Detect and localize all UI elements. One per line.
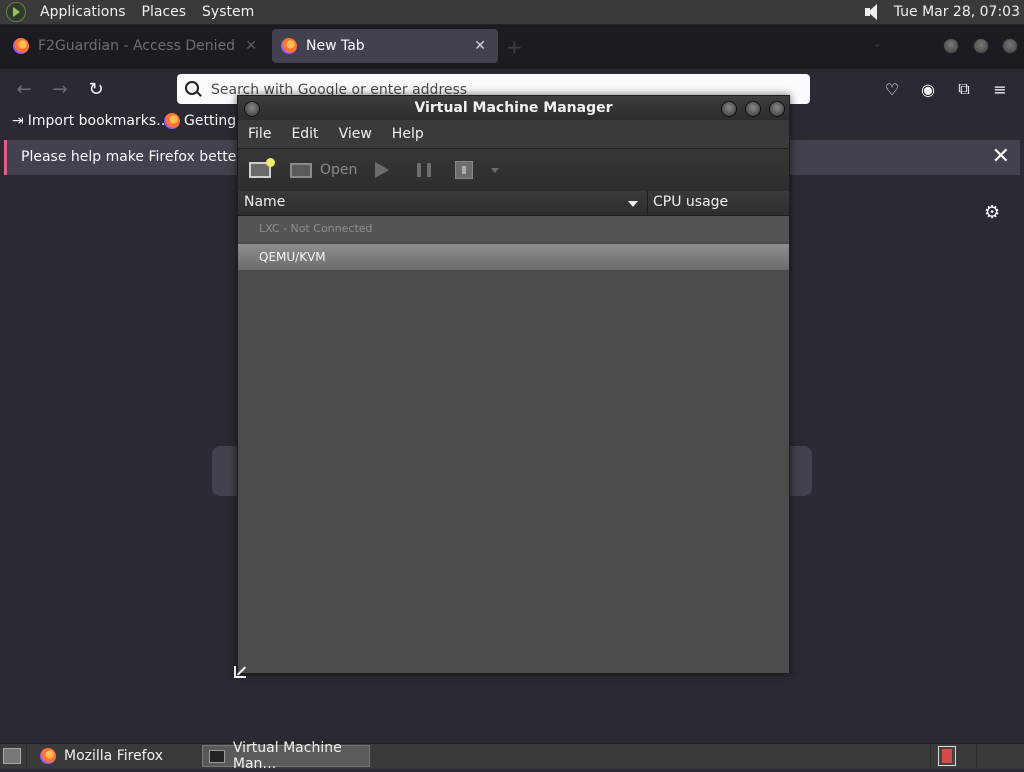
bottom-panel: Mozilla Firefox Virtual Machine Man…	[0, 740, 1024, 772]
places-menu[interactable]: Places	[134, 4, 195, 20]
column-cpu-usage[interactable]: CPU usage	[653, 194, 728, 210]
taskbar-virt-manager[interactable]: Virtual Machine Man…	[202, 740, 370, 772]
account-icon[interactable]: ◉	[918, 79, 938, 99]
import-icon: ⇥	[12, 113, 24, 129]
list-item[interactable]: LXC - Not Connected	[238, 216, 789, 242]
list-header: Name CPU usage	[238, 191, 789, 216]
close-button[interactable]	[769, 101, 785, 117]
tab-title: F2Guardian - Access Denied	[38, 38, 235, 54]
shutdown-button[interactable]	[455, 160, 473, 180]
virt-manager-icon	[209, 749, 225, 763]
shutdown-menu-button[interactable]	[491, 160, 499, 180]
reload-icon[interactable]: ↻	[84, 77, 108, 101]
trash-icon[interactable]	[938, 746, 956, 766]
monitor-icon	[290, 162, 312, 178]
close-notification-icon[interactable]: ✕	[992, 144, 1010, 169]
firefox-icon	[281, 38, 297, 54]
system-menu[interactable]: System	[194, 4, 262, 20]
maximize-button[interactable]	[745, 101, 761, 117]
menu-icon[interactable]: ≡	[990, 79, 1010, 99]
volume-icon[interactable]	[862, 3, 884, 21]
clock[interactable]: Tue Mar 28, 07:03	[894, 4, 1020, 20]
import-bookmarks-item[interactable]: ⇥ Import bookmarks…	[12, 113, 170, 129]
extensions-icon[interactable]: ⧉	[954, 79, 974, 99]
forward-icon[interactable]: →	[48, 77, 72, 101]
new-vm-icon	[249, 158, 275, 178]
show-desktop-icon[interactable]	[3, 748, 21, 764]
play-icon	[375, 162, 389, 178]
task-label: Virtual Machine Man…	[232, 740, 342, 772]
applications-menu[interactable]: Applications	[32, 4, 134, 20]
back-icon[interactable]: ←	[12, 77, 36, 101]
close-window-button[interactable]	[1002, 38, 1018, 54]
chevron-down-icon	[491, 167, 499, 173]
search-icon	[185, 81, 199, 95]
top-panel: Applications Places System Tue Mar 28, 0…	[0, 0, 1024, 25]
new-vm-button[interactable]	[249, 158, 275, 180]
tab-title: New Tab	[306, 38, 365, 54]
connection-name: LXC - Not Connected	[259, 222, 373, 235]
menu-bar: File Edit View Help	[238, 120, 789, 148]
tab-access-denied[interactable]: F2Guardian - Access Denied ✕	[4, 29, 269, 63]
firefox-tab-strip: F2Guardian - Access Denied ✕ New Tab ✕ +…	[0, 25, 1024, 69]
column-divider[interactable]	[647, 191, 648, 215]
list-item[interactable]: QEMU/KVM	[238, 244, 789, 270]
pocket-icon[interactable]: ♡	[882, 79, 902, 99]
task-label: Mozilla Firefox	[64, 748, 164, 764]
close-tab-icon[interactable]: ✕	[474, 38, 486, 54]
connection-name: QEMU/KVM	[259, 250, 326, 264]
firefox-icon	[13, 38, 29, 54]
tab-new-tab[interactable]: New Tab ✕	[272, 29, 498, 63]
firefox-icon	[40, 748, 56, 764]
minimize-button[interactable]	[943, 38, 959, 54]
window-title: Virtual Machine Manager	[414, 100, 613, 116]
list-all-tabs-icon[interactable]: ⌄	[872, 36, 882, 50]
toolbar: Open	[238, 148, 789, 191]
new-tab-button[interactable]: +	[506, 35, 523, 59]
taskbar-firefox[interactable]: Mozilla Firefox	[36, 745, 196, 767]
pause-icon	[417, 163, 431, 177]
column-name[interactable]: Name	[244, 194, 285, 210]
window-titlebar[interactable]: Virtual Machine Manager	[238, 96, 789, 120]
file-menu[interactable]: File	[238, 126, 281, 142]
view-menu[interactable]: View	[329, 126, 382, 142]
edit-menu[interactable]: Edit	[281, 126, 328, 142]
resize-cursor-icon	[232, 664, 248, 680]
virt-manager-window: Virtual Machine Manager File Edit View H…	[237, 95, 790, 674]
gear-icon[interactable]: ⚙	[984, 202, 1002, 223]
connection-list: LXC - Not Connected QEMU/KVM	[238, 216, 789, 672]
system-logo-icon[interactable]	[6, 2, 26, 22]
open-label: Open	[320, 162, 358, 178]
minimize-button[interactable]	[721, 101, 737, 117]
shutdown-icon	[455, 161, 473, 179]
run-button[interactable]	[375, 160, 389, 180]
close-tab-icon[interactable]: ✕	[245, 38, 257, 54]
open-button[interactable]: Open	[290, 160, 357, 180]
pause-button[interactable]	[417, 160, 431, 180]
firefox-icon	[164, 113, 180, 129]
bookmark-label: Import bookmarks…	[27, 113, 171, 129]
help-menu[interactable]: Help	[382, 126, 434, 142]
sort-arrow-icon	[628, 201, 638, 207]
maximize-button[interactable]	[973, 38, 989, 54]
